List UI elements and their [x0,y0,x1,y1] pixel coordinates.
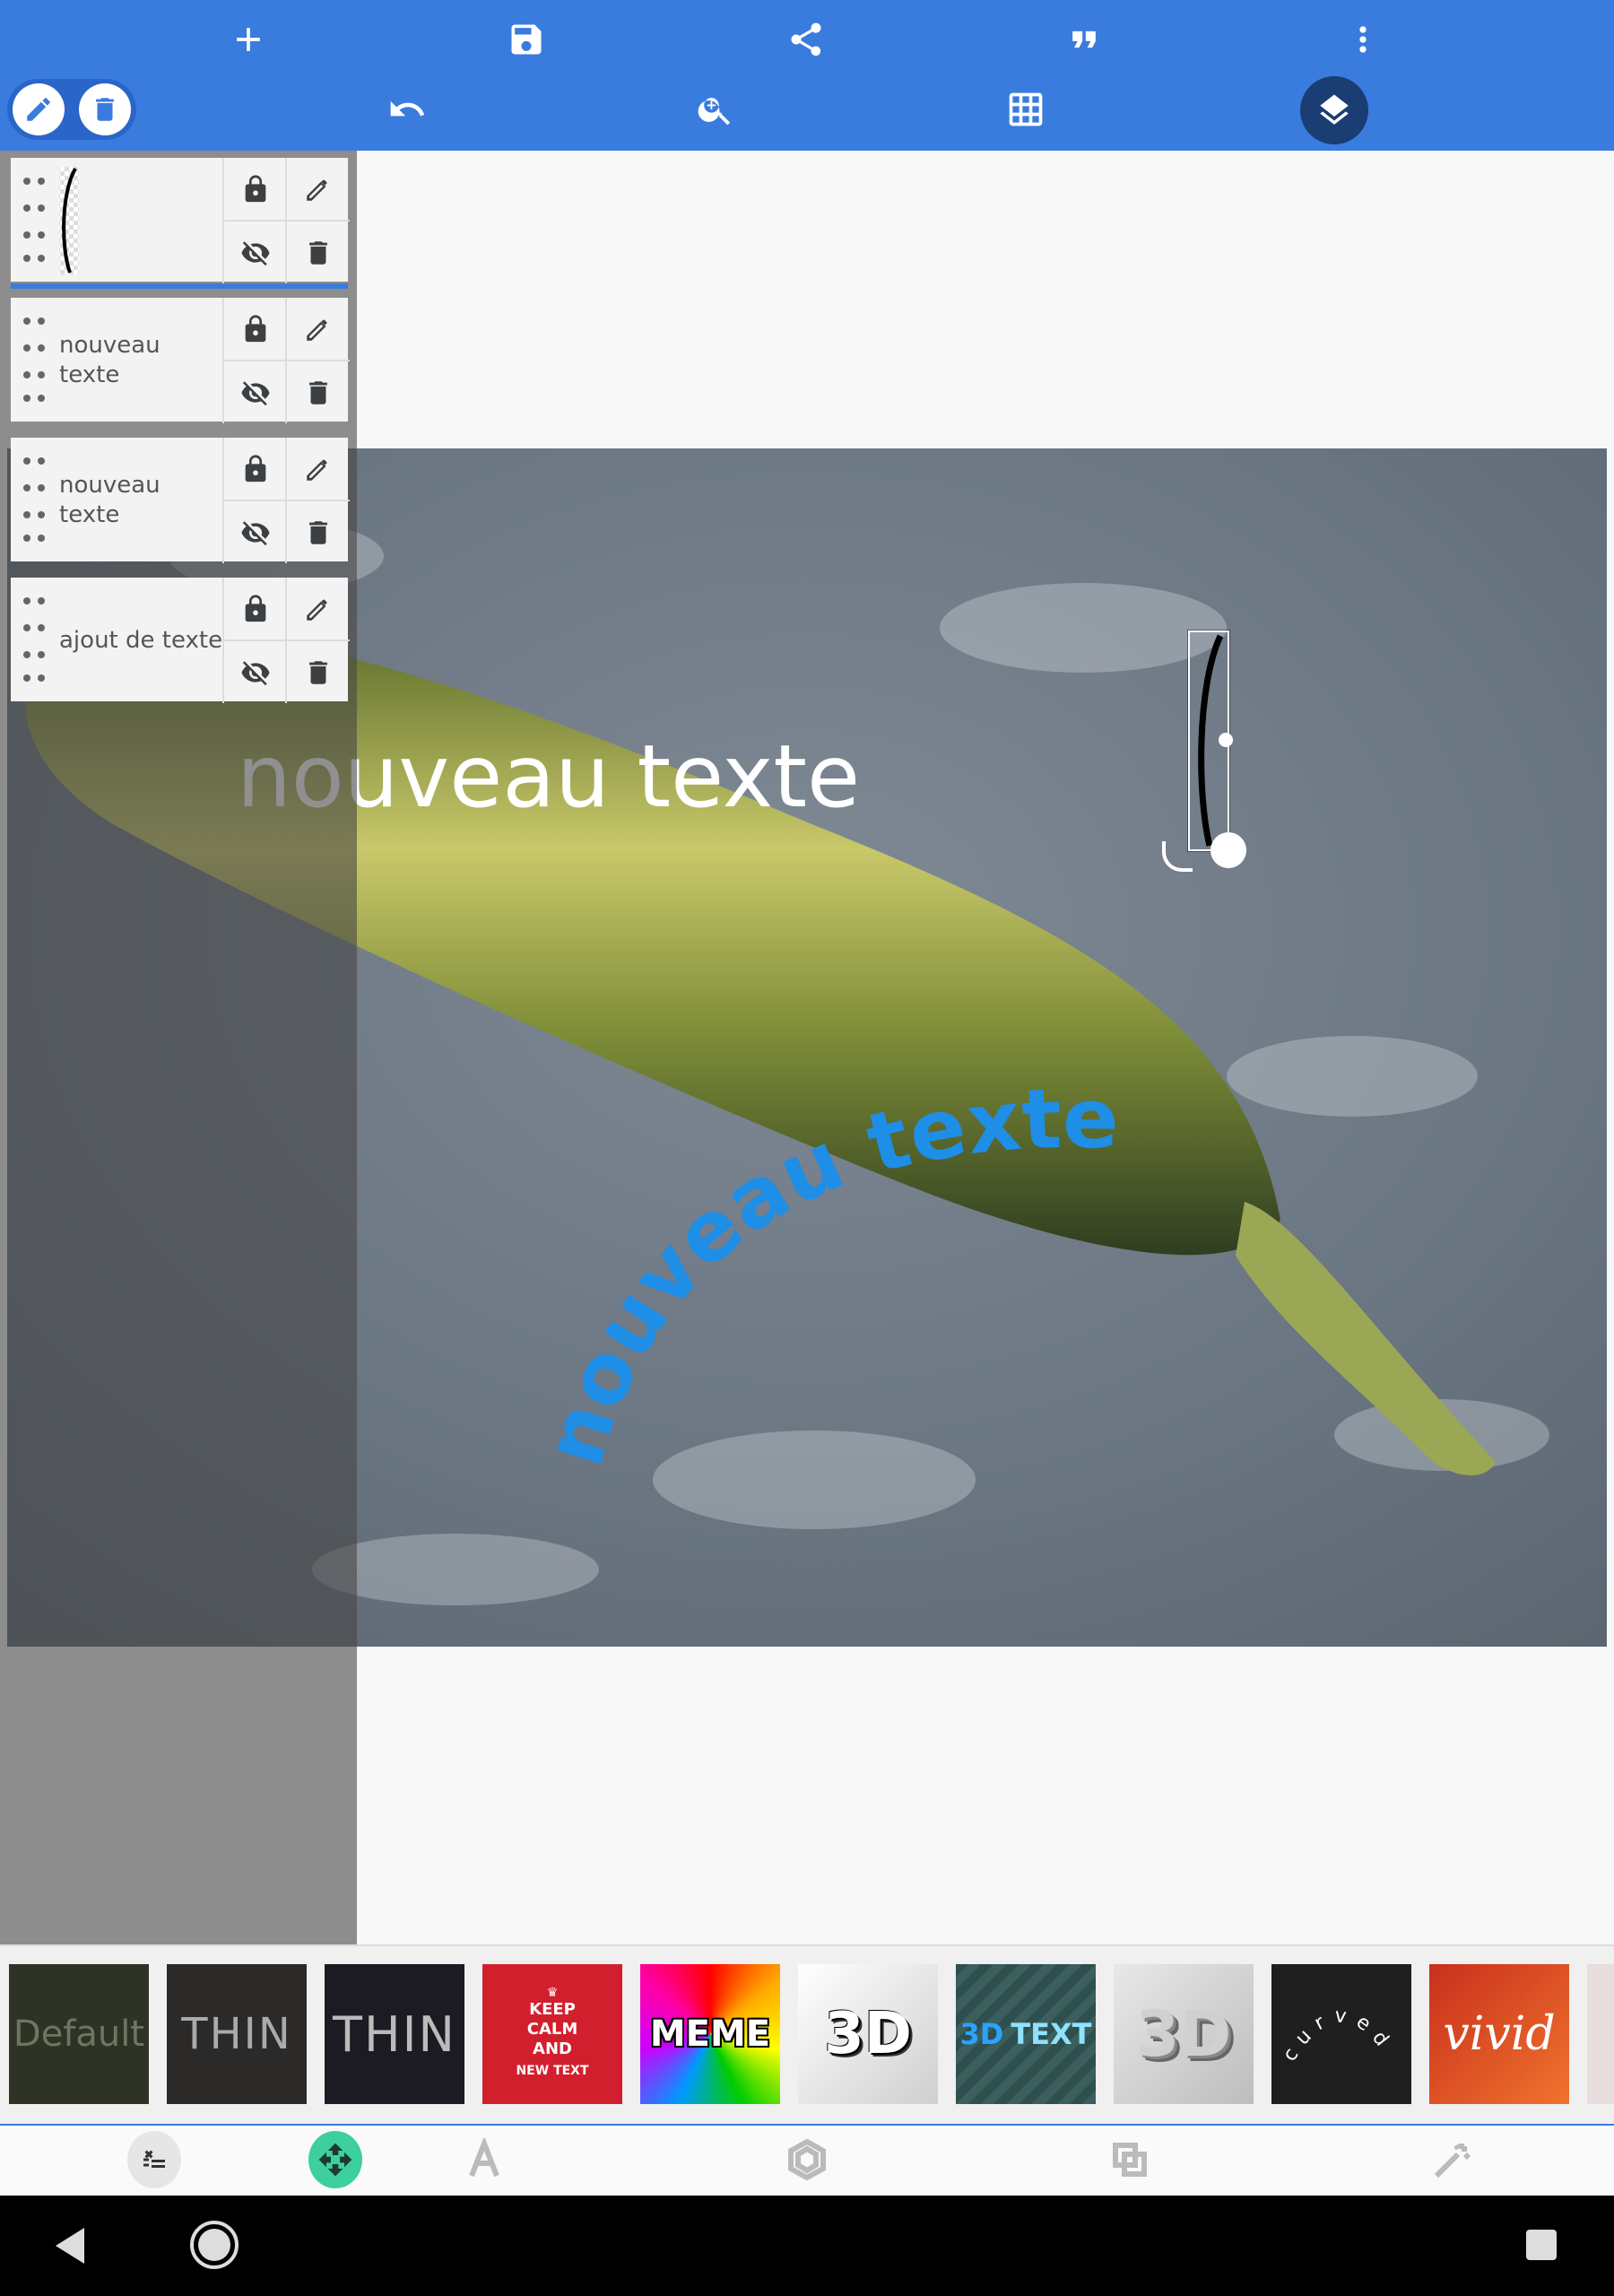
visibility-off-icon[interactable] [222,220,287,283]
copy-layer-icon[interactable] [1103,2133,1157,2187]
layer-item[interactable] [11,158,350,289]
style-curved-preview: curved [1279,2005,1398,2066]
drag-handle-icon[interactable] [20,314,52,404]
keep-calm-line4: NEW TEXT [516,2064,589,2078]
save-icon[interactable] [501,14,551,65]
layer-item[interactable]: ajout de texte [11,578,350,703]
edit-layer-icon[interactable] [285,158,350,220]
layer-label: nouveau texte [59,472,161,528]
style-vivid-label: vivid [1443,2007,1556,2061]
style-thin-smoke[interactable]: THIN [167,1964,307,2104]
font-icon[interactable] [457,2133,511,2187]
svg-text:nouveau texte: nouveau texte [525,1071,1119,1477]
svg-text:curved: curved [1279,2005,1398,2066]
grid-icon[interactable] [1001,84,1051,135]
style-3d-text-b: TEXT [1011,2017,1092,2051]
keep-calm-line3: AND [533,2039,572,2058]
home-icon[interactable] [190,2221,239,2269]
crown-icon: ♛ [546,1986,559,2000]
style-thin2-label: THIN [333,2005,456,2063]
layers-icon[interactable] [1300,76,1368,144]
layer-label: ajout de texte [59,626,223,654]
back-icon[interactable] [56,2228,84,2264]
keep-calm-line1: KEEP [529,2000,576,2019]
style-thin[interactable]: THIN [325,1964,464,2104]
style-meme-label: MEME [649,2013,771,2055]
quote-icon[interactable] [1059,14,1109,65]
zoom-in-icon[interactable] [690,84,741,135]
style-3d-text-a: 3D [959,2017,1004,2051]
curved-text: nouveau texte [525,1071,1119,1477]
edit-layer-icon[interactable] [285,578,350,639]
style-thin1-label: THIN [181,2009,292,2059]
recents-icon[interactable] [1526,2230,1557,2260]
drag-handle-icon[interactable] [20,174,52,264]
lock-icon[interactable] [222,578,287,639]
edit-layer-icon[interactable] [285,298,350,360]
lock-icon[interactable] [222,438,287,500]
style-keep-calm[interactable]: ♛ KEEP CALM AND NEW TEXT [482,1964,622,2104]
shape-hexagon-icon[interactable] [780,2133,834,2187]
keep-calm-line2: CALM [526,2020,578,2039]
visibility-off-icon[interactable] [222,360,287,423]
delete-layer-icon[interactable] [285,639,350,703]
layer-item[interactable]: nouveau texte [11,438,350,563]
style-default[interactable]: Default [9,1964,149,2104]
selection-handle-resize[interactable] [1210,832,1246,868]
style-curved[interactable]: curved [1271,1964,1411,2104]
delete-layer-icon[interactable] [285,500,350,563]
style-3d-grey[interactable]: 3D [1114,1964,1254,2104]
visibility-off-icon[interactable] [222,639,287,703]
edit-layer-icon[interactable] [285,438,350,500]
delete-icon[interactable] [79,83,131,135]
undo-icon[interactable] [382,84,432,135]
more-vert-icon[interactable] [1338,14,1388,65]
layer-item[interactable]: nouveau texte [11,298,350,423]
style-next-partial[interactable] [1587,1964,1614,2104]
lock-icon[interactable] [222,298,287,360]
drag-handle-icon[interactable] [20,454,52,544]
layer-tools-group [7,79,136,140]
style-3d-label: 3D [824,2001,912,2067]
layer-thumbnail [59,167,230,274]
delete-layer-icon[interactable] [285,220,350,283]
style-3d-text[interactable]: 3D TEXT [956,1964,1096,2104]
visibility-off-icon[interactable] [222,500,287,563]
drag-handle-icon[interactable] [20,594,52,683]
add-icon[interactable] [223,14,273,65]
move-icon[interactable] [308,2131,362,2188]
system-nav-bar [0,2196,1614,2296]
magic-wand-icon[interactable] [1426,2133,1480,2187]
lock-icon[interactable] [222,158,287,220]
formula-icon[interactable] [127,2131,181,2188]
style-3d-grey-label: 3D [1135,1997,1232,2071]
style-vivid[interactable]: vivid [1429,1964,1569,2104]
delete-layer-icon[interactable] [285,360,350,423]
style-meme[interactable]: MEME [640,1964,780,2104]
style-3d-white[interactable]: 3D [798,1964,938,2104]
selection-handle-mid[interactable] [1219,733,1233,747]
style-default-label: Default [13,2013,145,2055]
share-icon[interactable] [781,14,831,65]
edit-icon[interactable] [13,83,65,135]
layer-label: nouveau texte [59,332,161,388]
